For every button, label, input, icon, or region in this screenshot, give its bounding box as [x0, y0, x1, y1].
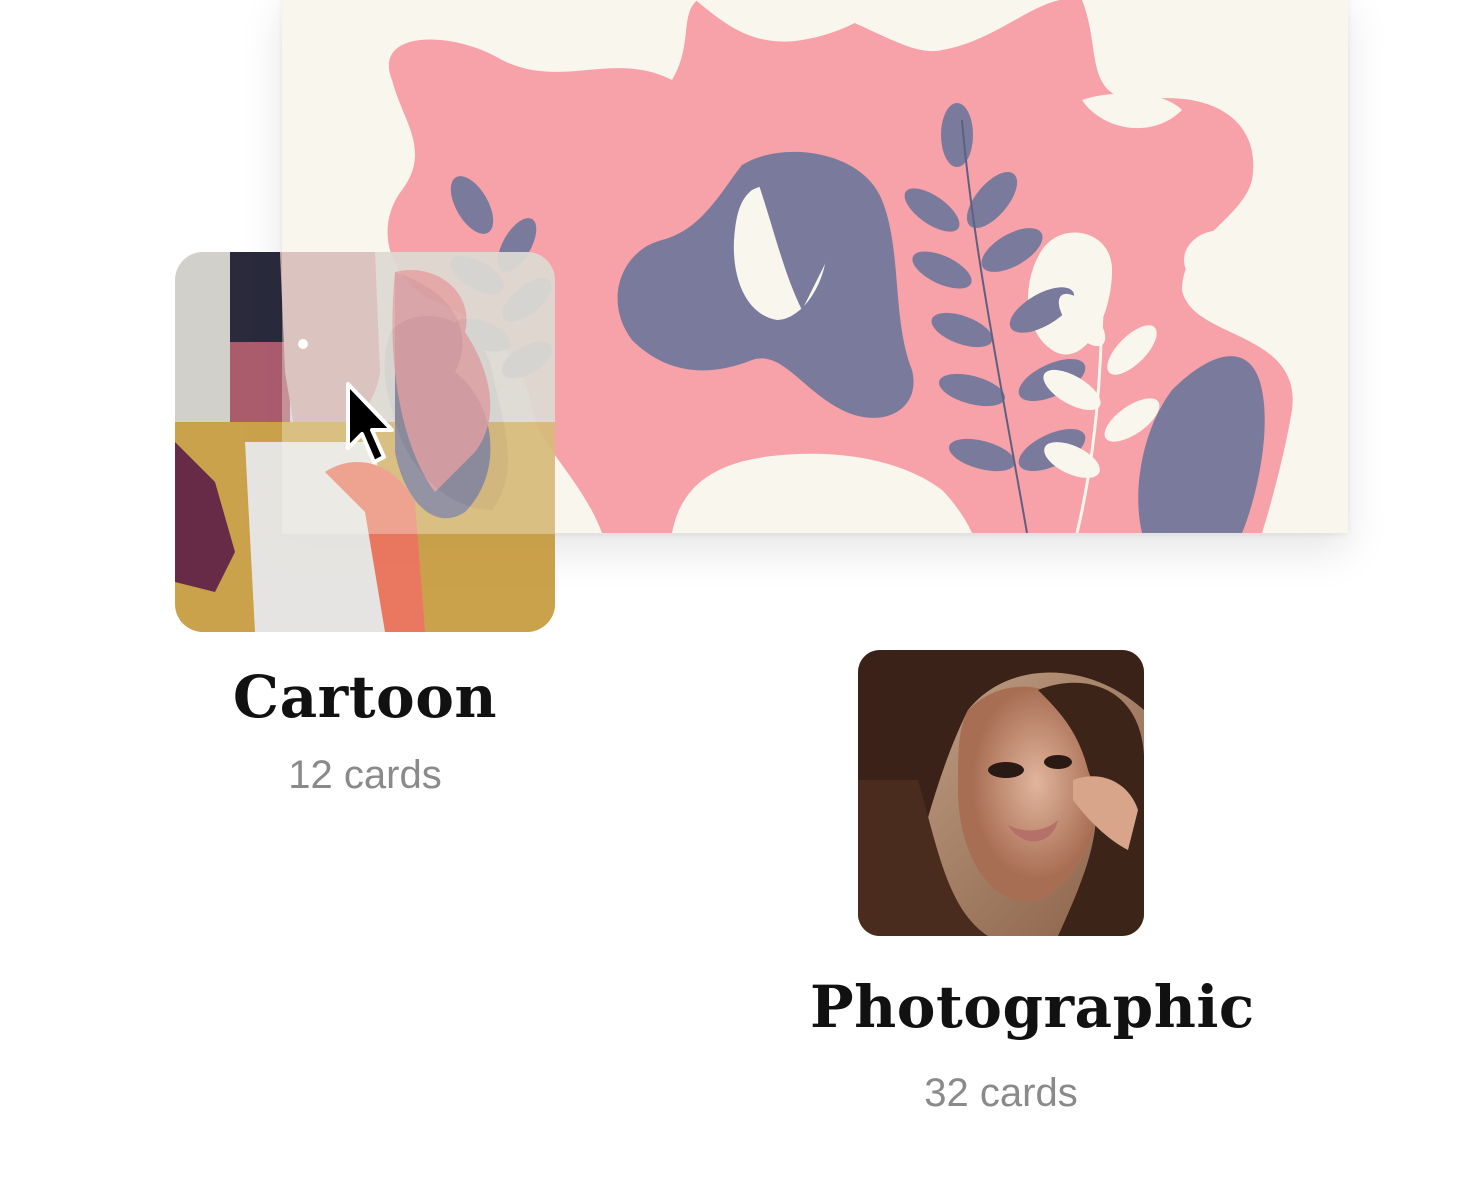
category-title: Photographic: [810, 973, 1255, 1041]
portrait-photo-thumbnail: [858, 650, 1144, 936]
photographic-thumbnail[interactable]: [858, 650, 1144, 936]
category-card-count: 32 cards: [924, 1071, 1078, 1115]
category-title: Cartoon: [232, 663, 498, 731]
category-card-count: 12 cards: [288, 753, 442, 797]
arrow-cursor-icon: [340, 378, 400, 468]
